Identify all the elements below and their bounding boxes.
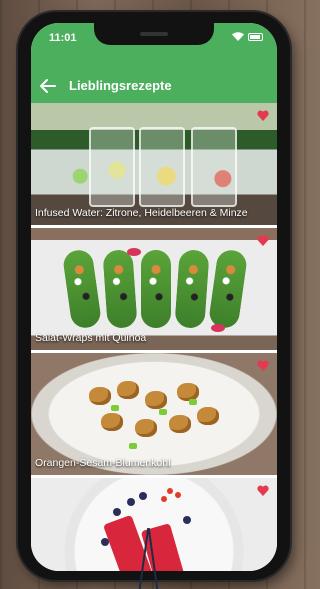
wifi-icon xyxy=(232,32,244,41)
recipe-card[interactable] xyxy=(31,478,277,571)
status-icons xyxy=(232,32,263,41)
recipe-title: Salat-Wraps mit Quinoa xyxy=(35,332,147,344)
recipe-title: Orangen-Sesam-Blumenkohl xyxy=(35,457,171,469)
arrow-left-icon[interactable] xyxy=(39,77,57,95)
phone-screen: 11:01 Lieblingsrezepte Infused Water: Zi… xyxy=(31,23,277,571)
heart-icon[interactable] xyxy=(257,235,269,246)
phone-notch xyxy=(94,23,214,45)
recipe-list: Infused Water: Zitrone, Heidelbeeren & M… xyxy=(31,103,277,571)
heart-icon[interactable] xyxy=(257,360,269,371)
recipe-card[interactable]: Salat-Wraps mit Quinoa xyxy=(31,228,277,353)
heart-icon[interactable] xyxy=(257,485,269,496)
phone-frame: 11:01 Lieblingsrezepte Infused Water: Zi… xyxy=(18,12,290,580)
page-title: Lieblingsrezepte xyxy=(69,78,172,93)
heart-icon[interactable] xyxy=(257,110,269,121)
battery-icon xyxy=(248,32,263,41)
recipe-card[interactable]: Infused Water: Zitrone, Heidelbeeren & M… xyxy=(31,103,277,228)
recipe-title: Infused Water: Zitrone, Heidelbeeren & M… xyxy=(35,207,248,219)
recipe-image xyxy=(31,478,277,571)
status-time: 11:01 xyxy=(49,32,77,44)
recipe-card[interactable]: Orangen-Sesam-Blumenkohl xyxy=(31,353,277,478)
